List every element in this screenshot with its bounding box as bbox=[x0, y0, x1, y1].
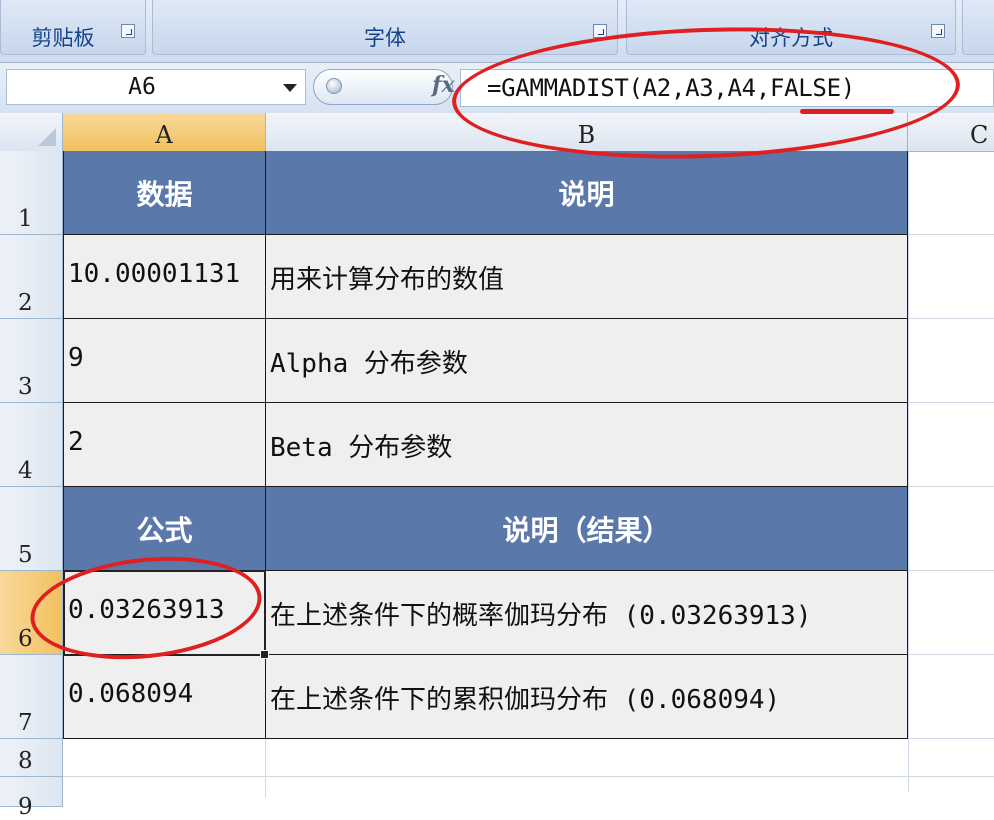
row-header-8[interactable]: 8 bbox=[0, 739, 63, 777]
cell-b5[interactable]: 说明（结果） bbox=[266, 487, 908, 571]
cell-b7[interactable]: 在上述条件下的累积伽玛分布 (0.068094) bbox=[266, 655, 908, 739]
cell-a3[interactable]: 9 bbox=[64, 319, 266, 403]
row-header-3[interactable]: 3 bbox=[0, 319, 63, 403]
chevron-down-icon[interactable] bbox=[283, 84, 297, 92]
cell-value: 0.068094 bbox=[68, 679, 194, 709]
select-all-icon bbox=[38, 128, 56, 146]
row-header-7[interactable]: 7 bbox=[0, 655, 63, 739]
row-header-5[interactable]: 5 bbox=[0, 487, 63, 571]
row-number: 9 bbox=[18, 794, 33, 820]
cell-value: 2 bbox=[68, 427, 84, 457]
column-header-a[interactable]: A bbox=[63, 113, 266, 151]
cell-a7[interactable]: 0.068094 bbox=[64, 655, 266, 739]
cell-value: 用来计算分布的数值 bbox=[270, 265, 505, 295]
row-number: 5 bbox=[18, 542, 33, 568]
select-all-button[interactable] bbox=[0, 113, 63, 151]
cell-b3[interactable]: Alpha 分布参数 bbox=[266, 319, 908, 403]
cell-value: Alpha 分布参数 bbox=[270, 349, 468, 379]
fill-handle[interactable] bbox=[260, 650, 269, 659]
splitter-handle-icon[interactable] bbox=[326, 78, 342, 94]
row-number: 4 bbox=[18, 458, 33, 484]
cell-b1[interactable]: 说明 bbox=[266, 151, 908, 235]
cell-value: 在上述条件下的累积伽玛分布 (0.068094) bbox=[270, 685, 781, 715]
cell-b4[interactable]: Beta 分布参数 bbox=[266, 403, 908, 487]
row-header-9[interactable]: 9 bbox=[0, 777, 63, 820]
row-header-2[interactable]: 2 bbox=[0, 235, 63, 319]
header-text: 说明 bbox=[558, 178, 615, 211]
name-box-value: A6 bbox=[128, 74, 156, 100]
row-number: 8 bbox=[18, 748, 33, 774]
cell-value: 在上述条件下的概率伽玛分布 (0.03263913) bbox=[270, 601, 812, 631]
row-number: 7 bbox=[18, 710, 33, 736]
header-text: 说明（结果） bbox=[502, 514, 671, 547]
cell-b6[interactable]: 在上述条件下的概率伽玛分布 (0.03263913) bbox=[266, 571, 908, 655]
formula-bar-splitter[interactable]: fx bbox=[313, 69, 455, 105]
ribbon-group-partial bbox=[962, 0, 994, 55]
false-underline-mark bbox=[800, 109, 894, 114]
gridline bbox=[908, 151, 909, 792]
row-number: 2 bbox=[18, 290, 33, 316]
name-box[interactable]: A6 bbox=[6, 69, 306, 105]
row-number: 3 bbox=[18, 374, 33, 400]
insert-function-icon[interactable]: fx bbox=[432, 72, 455, 98]
cell-value: 10.00001131 bbox=[68, 259, 241, 289]
row-number: 6 bbox=[18, 626, 33, 652]
row-header-1[interactable]: 1 bbox=[0, 151, 63, 235]
cell-a2[interactable]: 10.00001131 bbox=[64, 235, 266, 319]
row-number: 1 bbox=[18, 206, 33, 232]
gridline bbox=[63, 776, 994, 777]
gridline bbox=[265, 738, 266, 798]
alignment-launcher-icon[interactable] bbox=[931, 24, 945, 38]
header-text: 公式 bbox=[136, 514, 193, 547]
cell-a4[interactable]: 2 bbox=[64, 403, 266, 487]
cell-a1[interactable]: 数据 bbox=[64, 151, 266, 235]
row-header-4[interactable]: 4 bbox=[0, 403, 63, 487]
cell-b2[interactable]: 用来计算分布的数值 bbox=[266, 235, 908, 319]
clipboard-launcher-icon[interactable] bbox=[121, 24, 135, 38]
cell-value: Beta 分布参数 bbox=[270, 433, 453, 463]
header-text: 数据 bbox=[136, 178, 193, 211]
cell-value: 9 bbox=[68, 343, 84, 373]
ribbon-group-clipboard: 剪贴板 bbox=[0, 0, 146, 55]
